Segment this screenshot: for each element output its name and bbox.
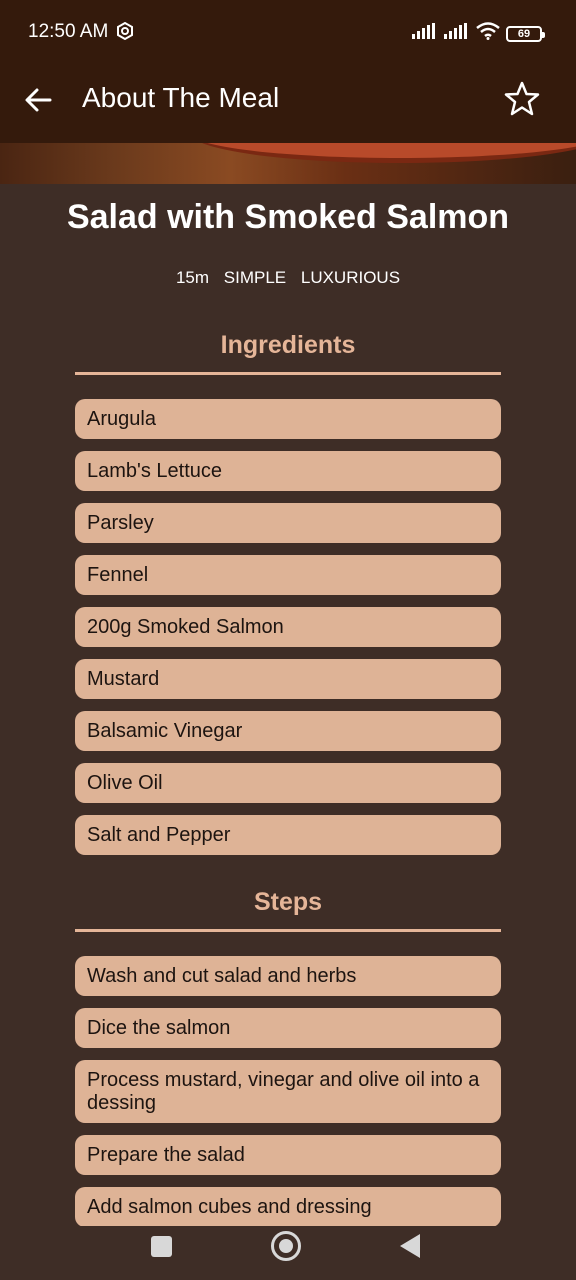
ingredients-list: Arugula Lamb's Lettuce Parsley Fennel 20…	[75, 399, 501, 867]
ingredient-item: Lamb's Lettuce	[75, 451, 501, 491]
ingredient-item: Olive Oil	[75, 763, 501, 803]
ingredient-item: Arugula	[75, 399, 501, 439]
battery-level: 69	[517, 27, 531, 40]
favorite-button[interactable]	[502, 79, 542, 119]
meal-image	[0, 143, 576, 184]
back-button[interactable]	[20, 81, 60, 121]
ingredients-divider	[75, 372, 501, 375]
home-button[interactable]	[271, 1231, 301, 1261]
steps-title: Steps	[253, 888, 323, 916]
signal-icon	[412, 23, 438, 44]
plate-image-detail	[190, 143, 576, 163]
ingredient-item: 200g Smoked Salmon	[75, 607, 501, 647]
ingredient-item: Balsamic Vinegar	[75, 711, 501, 751]
signal-icon	[444, 23, 470, 44]
steps-list: Wash and cut salad and herbs Dice the sa…	[75, 956, 501, 1239]
meal-complexity: SIMPLE	[223, 268, 287, 287]
app-bar: About The Meal	[0, 64, 576, 143]
status-icons: 69	[412, 22, 545, 45]
ingredient-item: Parsley	[75, 503, 501, 543]
ingredient-item: Salt and Pepper	[75, 815, 501, 855]
wifi-icon	[476, 22, 500, 45]
step-item: Wash and cut salad and herbs	[75, 956, 501, 996]
system-nav-bar	[0, 1226, 576, 1280]
arrow-left-icon	[25, 88, 52, 112]
recents-button[interactable]	[151, 1236, 172, 1257]
ingredient-item: Fennel	[75, 555, 501, 595]
star-outline-icon	[504, 81, 540, 116]
ingredient-item: Mustard	[75, 659, 501, 699]
meal-meta: 15m SIMPLE LUXURIOUS	[0, 268, 576, 288]
status-time: 12:50 AM	[28, 21, 109, 42]
steps-divider	[75, 929, 501, 932]
settings-icon	[116, 21, 134, 45]
battery-icon: 69	[506, 25, 545, 42]
step-item: Add salmon cubes and dressing	[75, 1187, 501, 1227]
status-bar: 12:50 AM 69	[0, 0, 576, 64]
step-item: Process mustard, vinegar and olive oil i…	[75, 1060, 501, 1123]
meal-title: Salad with Smoked Salmon	[66, 198, 510, 236]
step-item: Prepare the salad	[75, 1135, 501, 1175]
page-title: About The Meal	[82, 82, 280, 113]
meal-duration: 15m	[175, 268, 210, 287]
system-back-button[interactable]	[400, 1234, 420, 1258]
ingredients-title: Ingredients	[220, 331, 356, 359]
step-item: Dice the salmon	[75, 1008, 501, 1048]
meal-affordability: LUXURIOUS	[300, 268, 401, 287]
